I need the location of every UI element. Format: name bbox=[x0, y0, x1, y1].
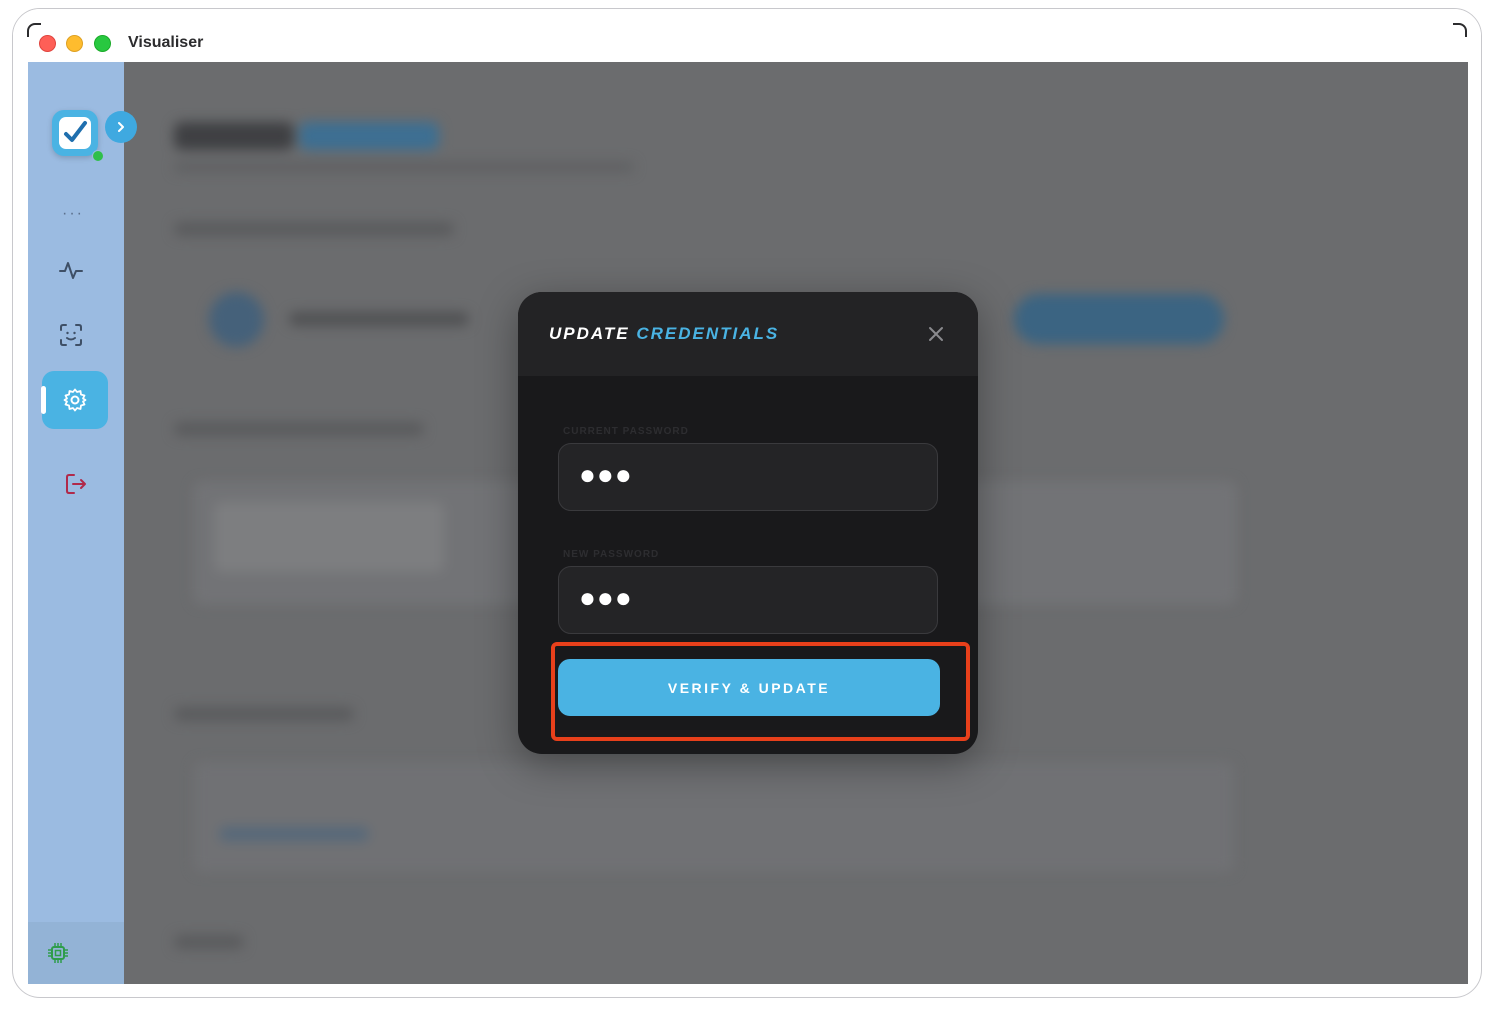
more-dots[interactable]: ··· bbox=[62, 205, 84, 223]
new-password-input[interactable]: ●●● bbox=[558, 566, 938, 634]
expand-sidebar-button[interactable] bbox=[105, 111, 137, 143]
close-window-button[interactable] bbox=[39, 35, 56, 52]
current-password-label: CURRENT PASSWORD bbox=[563, 426, 689, 437]
chevron-right-icon bbox=[118, 122, 124, 132]
sidebar: ··· bbox=[28, 62, 137, 984]
activity-icon[interactable] bbox=[57, 256, 85, 284]
gear-icon[interactable] bbox=[61, 386, 89, 414]
corner-mark bbox=[1453, 23, 1467, 37]
modal-title-part1: UPDATE bbox=[549, 324, 630, 343]
app-logo-icon[interactable] bbox=[52, 110, 98, 156]
modal-header: UPDATE CREDENTIALS bbox=[518, 292, 978, 376]
close-icon bbox=[929, 327, 943, 341]
close-modal-button[interactable] bbox=[924, 322, 948, 346]
active-indicator bbox=[41, 386, 46, 414]
window-title: Visualiser bbox=[128, 34, 204, 51]
current-password-input[interactable]: ●●● bbox=[558, 443, 938, 511]
face-scan-icon[interactable] bbox=[57, 321, 85, 349]
app-window: Visualiser ··· UPDATE CREDENTIALS CURREN… bbox=[12, 8, 1482, 998]
new-password-label: NEW PASSWORD bbox=[563, 549, 660, 560]
logout-icon[interactable] bbox=[62, 470, 90, 498]
online-status-dot bbox=[92, 150, 104, 162]
chip-icon[interactable] bbox=[44, 939, 72, 967]
modal-title-part2: CREDENTIALS bbox=[636, 324, 780, 343]
app-content: ··· UPDATE CREDENTIALS CURRENT PASSWORD … bbox=[28, 62, 1468, 984]
minimize-window-button[interactable] bbox=[66, 35, 83, 52]
corner-mark bbox=[27, 23, 41, 37]
zoom-window-button[interactable] bbox=[94, 35, 111, 52]
sidebar-footer bbox=[28, 922, 124, 984]
highlight-box bbox=[551, 642, 970, 741]
title-bar: Visualiser bbox=[13, 9, 1481, 61]
modal-title: UPDATE CREDENTIALS bbox=[549, 324, 779, 344]
